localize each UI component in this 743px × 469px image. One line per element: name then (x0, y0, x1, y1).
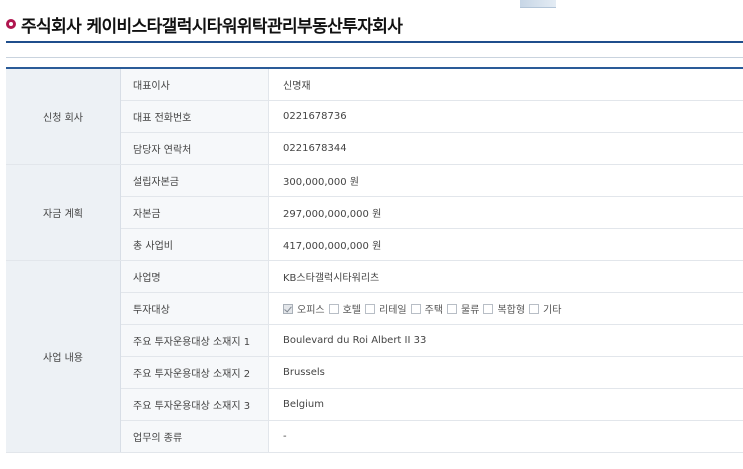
investment-target-options: 오피스 호텔 리테일 주택 물류 복합형 기타 (268, 292, 743, 325)
group-funding: 자금 계획 (6, 164, 121, 261)
row-value: Boulevard du Roi Albert II 33 (268, 324, 743, 357)
checkbox[interactable] (410, 303, 421, 314)
checkbox-group: 오피스 호텔 리테일 주택 물류 복합형 기타 (283, 301, 743, 316)
row-value: 417,000,000,000 원 (268, 228, 743, 261)
checkbox-label: 호텔 (342, 305, 362, 316)
checkbox[interactable] (328, 303, 339, 314)
row-label: 설립자본금 (120, 164, 269, 197)
row-value: - (268, 420, 743, 453)
checkbox-label: 오피스 (297, 305, 325, 316)
checkbox-label: 주택 (424, 305, 444, 316)
row-value: 300,000,000 원 (268, 164, 743, 197)
row-label: 대표 전화번호 (120, 100, 269, 133)
row-label: 주요 투자운용대상 소재지 3 (120, 388, 269, 421)
top-decoration (520, 0, 556, 8)
row-value: 0221678344 (268, 132, 743, 165)
checkbox[interactable] (447, 303, 458, 314)
checkbox[interactable] (283, 303, 293, 314)
checkbox-label: 기타 (543, 305, 562, 316)
row-label: 투자대상 (120, 292, 269, 325)
row-value: Belgium (268, 388, 743, 421)
row-value: Brussels (268, 356, 743, 389)
page-header: 주식회사 케이비스타갤럭시타워위탁관리부동산투자회사 (6, 10, 403, 38)
company-info-table: 신청 회사 대표이사 신명재 대표 전화번호 0221678736 담당자 연락… (6, 67, 743, 453)
circle-bullet-icon (6, 19, 16, 29)
checkbox[interactable] (365, 303, 376, 314)
row-label: 사업명 (120, 260, 269, 293)
checkbox[interactable] (529, 303, 540, 314)
row-value: 297,000,000,000 원 (268, 196, 743, 229)
row-label: 담당자 연락처 (120, 132, 269, 165)
table-row: 사업 내용 사업명 KB스타갤럭시타워리츠 (6, 260, 743, 453)
checkbox-label: 리테일 (379, 305, 407, 316)
row-label: 대표이사 (120, 68, 269, 101)
row-value: 0221678736 (268, 100, 743, 133)
section-divider (6, 57, 743, 58)
checkbox-label: 복합형 (497, 305, 526, 316)
title-divider (6, 41, 743, 43)
table-row: 신청 회사 대표이사 신명재 (6, 68, 743, 165)
row-label: 주요 투자운용대상 소재지 2 (120, 356, 269, 389)
group-company: 신청 회사 (6, 68, 121, 165)
group-business: 사업 내용 (6, 260, 121, 453)
row-label: 주요 투자운용대상 소재지 1 (120, 324, 269, 357)
page-title: 주식회사 케이비스타갤럭시타워위탁관리부동산투자회사 (21, 16, 403, 37)
row-label: 업무의 종류 (120, 420, 269, 453)
checkbox-label: 물류 (461, 305, 480, 316)
row-value: 신명재 (268, 68, 743, 101)
table-row: 자금 계획 설립자본금 300,000,000 원 (6, 164, 743, 261)
row-label: 총 사업비 (120, 228, 269, 261)
row-label: 자본금 (120, 196, 269, 229)
checkbox[interactable] (483, 303, 494, 314)
row-value: KB스타갤럭시타워리츠 (268, 260, 743, 293)
